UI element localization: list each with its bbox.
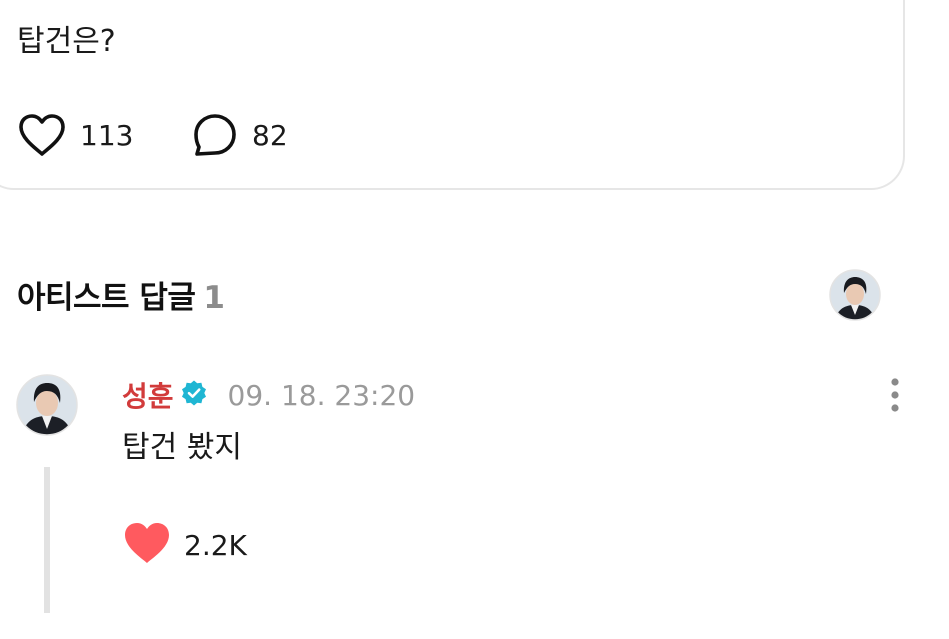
reply-like-count: 2.2K	[184, 528, 247, 562]
reply-author-name[interactable]: 성훈	[122, 375, 174, 415]
artist-replies-title: 아티스트 답글 1	[17, 272, 225, 317]
reply-author-avatar[interactable]	[16, 374, 78, 436]
artist-avatar[interactable]	[829, 269, 881, 321]
post-like-count: 113	[80, 118, 134, 152]
reply-meta: 성훈 09. 18. 23:20	[122, 374, 415, 416]
post-card	[0, 0, 905, 190]
artist-replies-count: 1	[203, 280, 225, 316]
heart-outline-icon	[18, 113, 66, 157]
reply-like-button[interactable]: 2.2K	[122, 522, 247, 568]
heart-filled-icon	[122, 520, 172, 570]
more-vertical-icon[interactable]	[880, 376, 910, 416]
reply-text: 탑건 봤지	[122, 430, 242, 465]
verified-badge-icon	[180, 379, 208, 411]
post-text: 탑건은?	[17, 24, 116, 59]
speech-bubble-icon	[192, 112, 238, 158]
reply-timestamp: 09. 18. 23:20	[227, 378, 416, 412]
artist-replies-label: 아티스트 답글	[17, 280, 196, 316]
post-comment-button[interactable]: 82	[192, 112, 288, 158]
post-like-button[interactable]: 113	[18, 113, 192, 157]
thread-line	[44, 467, 50, 613]
post-actions: 113 82	[18, 112, 288, 158]
post-comment-count: 82	[252, 118, 288, 152]
